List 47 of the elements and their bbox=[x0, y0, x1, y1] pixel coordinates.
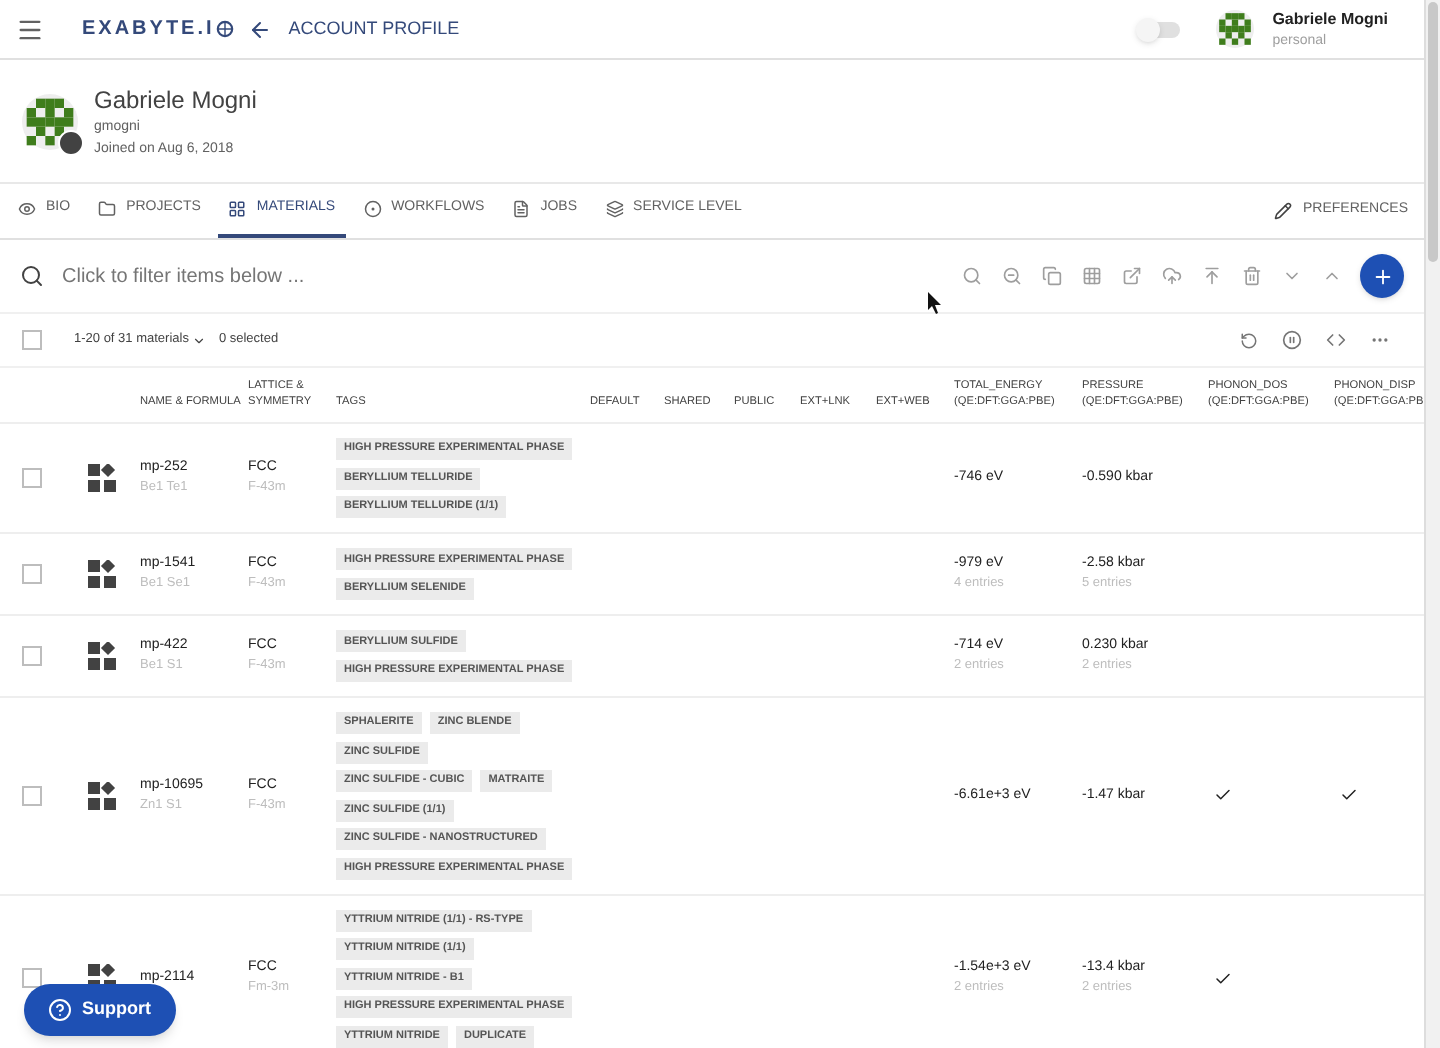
search-icon[interactable] bbox=[962, 266, 982, 286]
plus-icon bbox=[1371, 265, 1393, 287]
user-avatar bbox=[1216, 10, 1255, 48]
layers-icon bbox=[605, 200, 624, 218]
checkbox[interactable] bbox=[22, 968, 42, 988]
logo[interactable]: EXABYTE.I bbox=[82, 14, 215, 44]
refresh-icon[interactable] bbox=[1240, 331, 1258, 349]
globe-icon bbox=[216, 20, 235, 38]
help-icon bbox=[48, 998, 72, 1022]
material-icon bbox=[88, 781, 116, 810]
page-title: ACCOUNT PROFILE bbox=[288, 15, 460, 42]
pause-icon[interactable] bbox=[1282, 330, 1302, 350]
grid-icon bbox=[228, 200, 247, 218]
pencil-icon bbox=[1274, 202, 1293, 220]
code-icon[interactable] bbox=[1326, 330, 1346, 350]
menu-icon[interactable] bbox=[16, 15, 44, 43]
eye-icon bbox=[18, 200, 36, 218]
search-icon bbox=[20, 264, 44, 288]
folder-icon bbox=[98, 200, 117, 218]
scrollbar[interactable] bbox=[1424, 0, 1440, 1048]
table-icon[interactable] bbox=[1082, 266, 1102, 286]
material-icon bbox=[88, 560, 116, 588]
back-arrow-icon[interactable] bbox=[248, 17, 273, 41]
upload-icon[interactable] bbox=[1202, 266, 1222, 286]
checkbox[interactable] bbox=[22, 468, 42, 488]
checkbox[interactable] bbox=[22, 564, 42, 584]
external-link-icon[interactable] bbox=[1122, 266, 1142, 286]
checkbox[interactable] bbox=[22, 785, 42, 806]
material-icon bbox=[88, 464, 116, 492]
material-icon bbox=[88, 642, 116, 670]
user-name: Gabriele Mogni bbox=[1272, 7, 1388, 29]
filter-field[interactable]: Click to filter items below ... bbox=[62, 261, 662, 291]
caret-icon bbox=[192, 333, 207, 347]
checkbox[interactable] bbox=[22, 646, 42, 666]
profile-name: Gabriele Mogni bbox=[94, 83, 257, 115]
add-button[interactable] bbox=[1360, 254, 1404, 298]
document-icon bbox=[512, 200, 531, 218]
cloud-upload-icon[interactable] bbox=[1162, 266, 1182, 286]
toggle-switch[interactable] bbox=[1140, 21, 1181, 37]
delete-icon[interactable] bbox=[1242, 266, 1262, 286]
radio-icon bbox=[363, 200, 382, 218]
zoom-out-icon[interactable] bbox=[1002, 266, 1022, 286]
user-badge-icon bbox=[58, 129, 84, 155]
checkbox[interactable] bbox=[22, 330, 42, 350]
cursor-icon bbox=[928, 292, 942, 314]
copy-icon[interactable] bbox=[1042, 266, 1062, 286]
support-button[interactable]: Support bbox=[24, 984, 175, 1036]
